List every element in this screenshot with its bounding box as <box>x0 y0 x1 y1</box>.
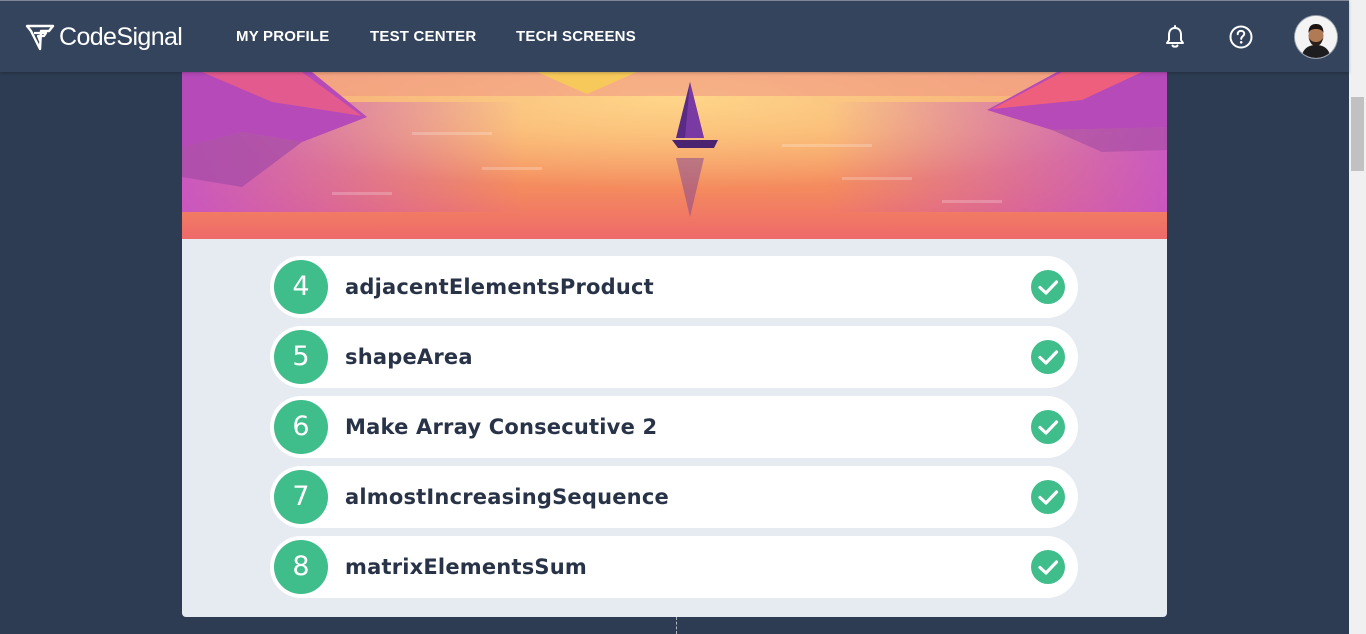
path-connector-line <box>676 617 677 634</box>
codesignal-logo-icon <box>25 24 55 51</box>
task-number-badge: 8 <box>274 540 328 594</box>
completed-check-icon <box>1031 550 1065 584</box>
top-navigation-bar: CodeSignal MY PROFILE TEST CENTER TECH S… <box>0 0 1349 72</box>
avatar[interactable] <box>1295 16 1337 58</box>
task-row-6[interactable]: 6 Make Array Consecutive 2 <box>270 396 1078 458</box>
scrollbar-thumb[interactable] <box>1351 97 1364 171</box>
task-title: Make Array Consecutive 2 <box>345 415 658 439</box>
task-number-badge: 4 <box>274 260 328 314</box>
task-title: almostIncreasingSequence <box>345 485 669 509</box>
nav-tech-screens[interactable]: TECH SCREENS <box>516 28 636 45</box>
task-number-badge: 7 <box>274 470 328 524</box>
codesignal-logo[interactable]: CodeSignal <box>25 21 183 53</box>
completed-check-icon <box>1031 340 1065 374</box>
task-title: shapeArea <box>345 345 473 369</box>
task-list-card: 4 adjacentElementsProduct 5 shapeArea 6 … <box>182 72 1167 617</box>
nav-my-profile[interactable]: MY PROFILE <box>236 28 329 45</box>
sunset-sailboat-illustration <box>182 72 1167 239</box>
page: CodeSignal MY PROFILE TEST CENTER TECH S… <box>0 0 1366 634</box>
completed-check-icon <box>1031 480 1065 514</box>
task-title: adjacentElementsProduct <box>345 275 654 299</box>
logo-text: CodeSignal <box>59 22 183 51</box>
task-number-badge: 6 <box>274 400 328 454</box>
bell-icon[interactable] <box>1161 23 1189 51</box>
task-row-5[interactable]: 5 shapeArea <box>270 326 1078 388</box>
task-row-7[interactable]: 7 almostIncreasingSequence <box>270 466 1078 528</box>
completed-check-icon <box>1031 270 1065 304</box>
task-title: matrixElementsSum <box>345 555 587 579</box>
user-avatar-icon <box>1295 16 1337 58</box>
scrollbar-track[interactable] <box>1349 0 1366 634</box>
completed-check-icon <box>1031 410 1065 444</box>
nav-test-center[interactable]: TEST CENTER <box>370 28 476 45</box>
task-number-badge: 5 <box>274 330 328 384</box>
help-icon[interactable] <box>1227 23 1255 51</box>
task-row-8[interactable]: 8 matrixElementsSum <box>270 536 1078 598</box>
task-row-4[interactable]: 4 adjacentElementsProduct <box>270 256 1078 318</box>
